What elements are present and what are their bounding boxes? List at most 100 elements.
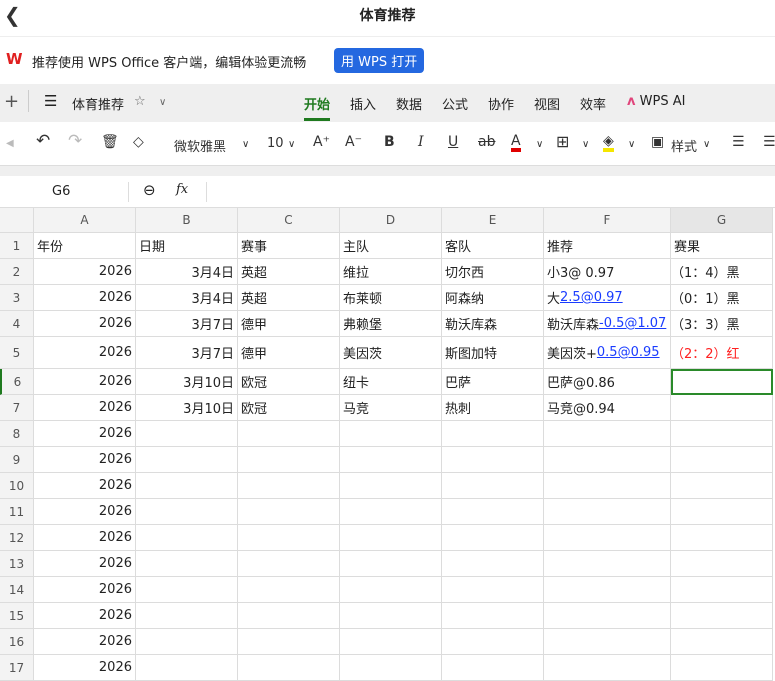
chevron-down-icon[interactable]: ∨ bbox=[582, 139, 589, 150]
row-header-17[interactable]: 17 bbox=[0, 655, 34, 681]
cell-D2[interactable]: 维拉 bbox=[340, 259, 442, 285]
cell-A15[interactable]: 2026 bbox=[34, 603, 136, 629]
zoom-search-icon[interactable]: ⊖ bbox=[143, 181, 156, 199]
cell-D13[interactable] bbox=[340, 551, 442, 577]
cell-C7[interactable]: 欧冠 bbox=[238, 395, 340, 421]
row-header-11[interactable]: 11 bbox=[0, 499, 34, 525]
cell-B1[interactable]: 日期 bbox=[136, 233, 238, 259]
cell-F12[interactable] bbox=[544, 525, 671, 551]
chevron-down-icon[interactable]: ∨ bbox=[536, 139, 543, 150]
cell-C9[interactable] bbox=[238, 447, 340, 473]
row-header-3[interactable]: 3 bbox=[0, 285, 34, 311]
hyperlink[interactable]: -0.5@1.07 bbox=[599, 316, 666, 331]
cell-B15[interactable] bbox=[136, 603, 238, 629]
cell-E17[interactable] bbox=[442, 655, 544, 681]
cell-F2[interactable]: 小3@ 0.97 bbox=[544, 259, 671, 285]
cell-A8[interactable]: 2026 bbox=[34, 421, 136, 447]
cell-D3[interactable]: 布莱顿 bbox=[340, 285, 442, 311]
underline-icon[interactable]: U bbox=[448, 134, 458, 150]
column-header-B[interactable]: B bbox=[136, 208, 238, 233]
cell-C5[interactable]: 德甲 bbox=[238, 337, 340, 369]
align-left-icon[interactable]: ☰ bbox=[732, 134, 745, 150]
column-header-C[interactable]: C bbox=[238, 208, 340, 233]
cell-B6[interactable]: 3月10日 bbox=[136, 369, 238, 395]
cell-F10[interactable] bbox=[544, 473, 671, 499]
cell-G4[interactable]: （3：3）黑 bbox=[671, 311, 773, 337]
column-header-E[interactable]: E bbox=[442, 208, 544, 233]
italic-icon[interactable]: I bbox=[418, 134, 424, 150]
tab-7[interactable]: ʌ WPS AI bbox=[627, 94, 685, 109]
cell-G8[interactable] bbox=[671, 421, 773, 447]
row-header-12[interactable]: 12 bbox=[0, 525, 34, 551]
bold-icon[interactable]: B bbox=[384, 134, 395, 150]
cell-G17[interactable] bbox=[671, 655, 773, 681]
row-header-8[interactable]: 8 bbox=[0, 421, 34, 447]
tab-2[interactable]: 数据 bbox=[396, 94, 422, 113]
cell-E4[interactable]: 勒沃库森 bbox=[442, 311, 544, 337]
row-header-14[interactable]: 14 bbox=[0, 577, 34, 603]
decrease-font-icon[interactable]: A⁻ bbox=[345, 134, 362, 150]
cell-A3[interactable]: 2026 bbox=[34, 285, 136, 311]
cell-D10[interactable] bbox=[340, 473, 442, 499]
eraser-icon[interactable]: ◇ bbox=[133, 134, 144, 150]
align-center-icon[interactable]: ☰ bbox=[763, 134, 775, 150]
cell-D9[interactable] bbox=[340, 447, 442, 473]
cell-C4[interactable]: 德甲 bbox=[238, 311, 340, 337]
font-select[interactable]: 微软雅黑 bbox=[174, 136, 226, 155]
menu-icon[interactable]: ☰ bbox=[44, 92, 57, 110]
cell-B10[interactable] bbox=[136, 473, 238, 499]
fx-icon[interactable]: fx bbox=[176, 182, 188, 197]
cell-D15[interactable] bbox=[340, 603, 442, 629]
row-header-16[interactable]: 16 bbox=[0, 629, 34, 655]
cell-E11[interactable] bbox=[442, 499, 544, 525]
cell-A7[interactable]: 2026 bbox=[34, 395, 136, 421]
row-header-5[interactable]: 5 bbox=[0, 337, 34, 369]
cell-B7[interactable]: 3月10日 bbox=[136, 395, 238, 421]
cell-F16[interactable] bbox=[544, 629, 671, 655]
cell-D4[interactable]: 弗赖堡 bbox=[340, 311, 442, 337]
column-header-D[interactable]: D bbox=[340, 208, 442, 233]
cell-E13[interactable] bbox=[442, 551, 544, 577]
cell-D17[interactable] bbox=[340, 655, 442, 681]
cell-F7[interactable]: 马竞@0.94 bbox=[544, 395, 671, 421]
cell-D7[interactable]: 马竞 bbox=[340, 395, 442, 421]
fill-color-icon[interactable]: ◈ bbox=[603, 134, 614, 152]
row-header-2[interactable]: 2 bbox=[0, 259, 34, 285]
cell-A9[interactable]: 2026 bbox=[34, 447, 136, 473]
cell-E3[interactable]: 阿森纳 bbox=[442, 285, 544, 311]
cell-F3[interactable]: 大 2.5@0.97 bbox=[544, 285, 671, 311]
cell-G12[interactable] bbox=[671, 525, 773, 551]
strikethrough-icon[interactable]: ab bbox=[478, 134, 495, 150]
tab-3[interactable]: 公式 bbox=[442, 94, 468, 113]
row-header-10[interactable]: 10 bbox=[0, 473, 34, 499]
cell-E7[interactable]: 热刺 bbox=[442, 395, 544, 421]
cell-D14[interactable] bbox=[340, 577, 442, 603]
border-icon[interactable]: ⊞ bbox=[556, 132, 569, 151]
cell-C16[interactable] bbox=[238, 629, 340, 655]
cell-A6[interactable]: 2026 bbox=[34, 369, 136, 395]
cell-G15[interactable] bbox=[671, 603, 773, 629]
cell-G11[interactable] bbox=[671, 499, 773, 525]
cell-C10[interactable] bbox=[238, 473, 340, 499]
cell-G13[interactable] bbox=[671, 551, 773, 577]
cell-A12[interactable]: 2026 bbox=[34, 525, 136, 551]
cell-C2[interactable]: 英超 bbox=[238, 259, 340, 285]
cell-C17[interactable] bbox=[238, 655, 340, 681]
cell-B13[interactable] bbox=[136, 551, 238, 577]
cell-G10[interactable] bbox=[671, 473, 773, 499]
cell-B14[interactable] bbox=[136, 577, 238, 603]
cell-C13[interactable] bbox=[238, 551, 340, 577]
doc-name[interactable]: 体育推荐 bbox=[72, 94, 124, 113]
star-icon[interactable]: ☆ bbox=[134, 94, 146, 109]
cell-B2[interactable]: 3月4日 bbox=[136, 259, 238, 285]
select-all-corner[interactable] bbox=[0, 208, 34, 233]
cell-C6[interactable]: 欧冠 bbox=[238, 369, 340, 395]
cell-B16[interactable] bbox=[136, 629, 238, 655]
cell-E10[interactable] bbox=[442, 473, 544, 499]
undo-icon[interactable]: ↶ bbox=[36, 131, 50, 151]
font-color-icon[interactable]: A bbox=[511, 134, 521, 152]
cell-A4[interactable]: 2026 bbox=[34, 311, 136, 337]
cell-B11[interactable] bbox=[136, 499, 238, 525]
row-header-4[interactable]: 4 bbox=[0, 311, 34, 337]
row-header-13[interactable]: 13 bbox=[0, 551, 34, 577]
